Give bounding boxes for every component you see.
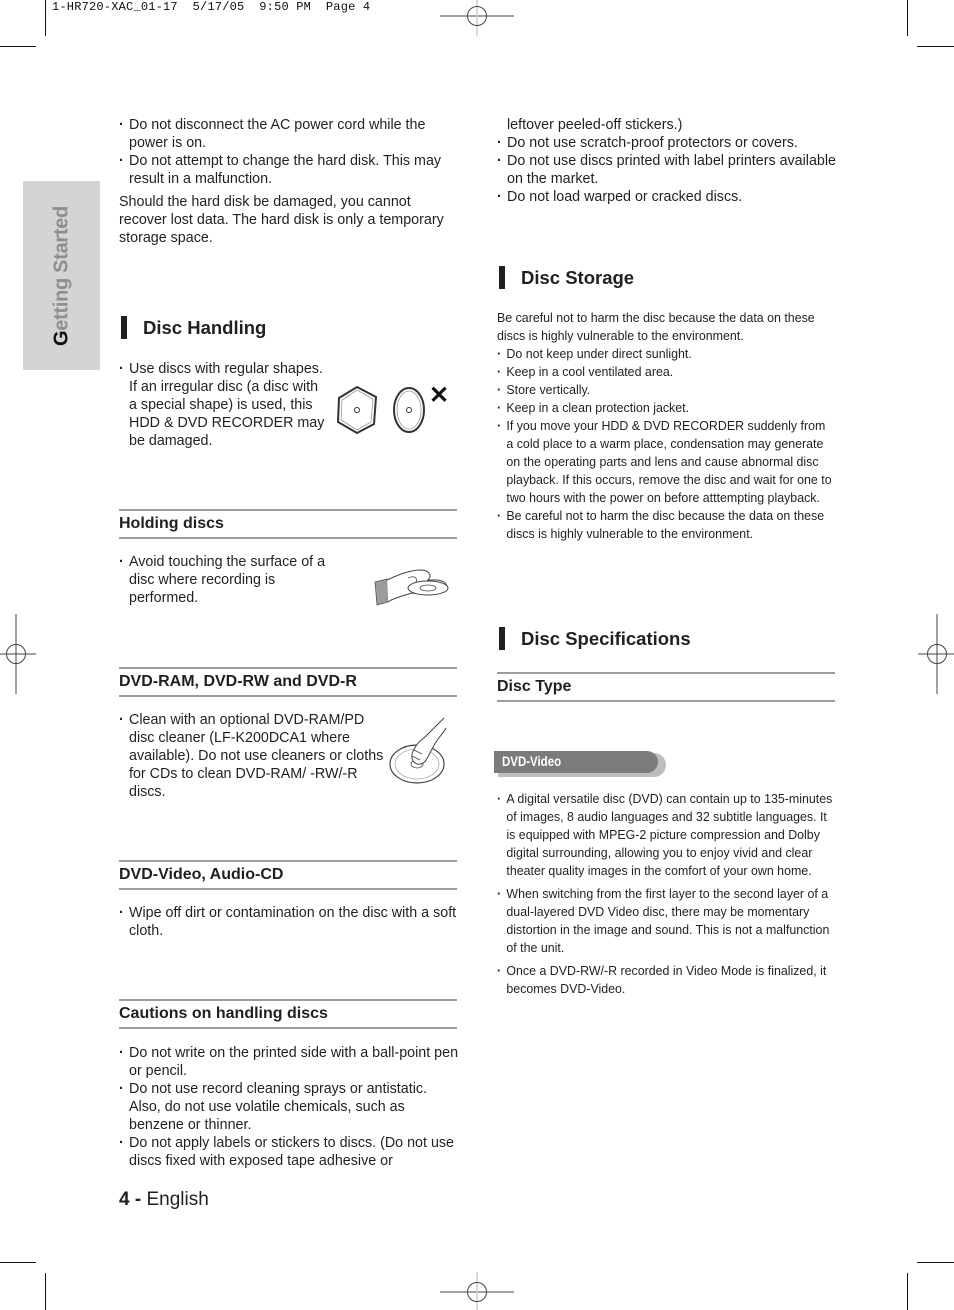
registration-mark-top-icon — [440, 0, 514, 36]
print-job-name: 1-HR720-XAC_01-17 — [52, 0, 178, 14]
page-footer: 4 - English — [119, 1189, 209, 1211]
list-item: Wipe off dirt or contamination on the di… — [119, 904, 459, 940]
crop-mark-bottom-left-v — [45, 1273, 46, 1310]
crop-mark-top-left-v — [45, 0, 46, 36]
list-item: Once a DVD-RW/-R recorded in Video Mode … — [497, 962, 837, 998]
print-page-label: Page 4 — [325, 0, 371, 14]
dvd-video-section: A digital versatile disc (DVD) can conta… — [497, 790, 837, 998]
side-tab-rest: etting Started — [50, 205, 72, 331]
list-item: If you move your HDD & DVD RECORDER sudd… — [497, 417, 835, 507]
crop-mark-bottom-left-h — [0, 1262, 36, 1263]
list-item: Keep in a clean protection jacket. — [497, 399, 835, 417]
dvd-video-audio-cd-heading: DVD-Video, Audio-CD — [119, 860, 457, 890]
heading-bar — [499, 627, 505, 650]
crop-mark-top-right-v — [907, 0, 908, 36]
page-number: 4 - — [119, 1189, 142, 1210]
side-tab-label: Getting Started — [50, 206, 73, 346]
hand-holding-disc-illustration — [374, 569, 449, 606]
intro-bullets: Do not disconnect the AC power cord whil… — [119, 116, 459, 188]
crop-mark-top-right-h — [917, 46, 954, 47]
holding-discs-bullets: Avoid touching the surface of a disc whe… — [119, 553, 344, 607]
disc-specifications-heading: Disc Specifications — [521, 628, 691, 649]
oval-disc-icon — [393, 387, 425, 433]
disc-handling-bullets: Use discs with regular shapes. If an irr… — [119, 360, 329, 450]
crop-mark-bottom-right-h — [917, 1262, 954, 1263]
hexagon-disc-icon — [336, 385, 378, 435]
dvd-video-bullets: A digital versatile disc (DVD) can conta… — [497, 790, 837, 998]
heading-bar — [121, 316, 127, 339]
disc-storage-section: Be careful not to harm the disc because … — [497, 309, 835, 543]
list-item: Keep in a cool ventilated area. — [497, 363, 835, 381]
intro-paragraph: Should the hard disk be damaged, you can… — [119, 194, 444, 246]
print-date: 5/17/05 — [192, 0, 245, 14]
prohibited-x-icon: ✕ — [429, 382, 449, 409]
disc-type-heading: Disc Type — [497, 672, 835, 702]
list-item: Do not attempt to change the hard disk. … — [119, 152, 459, 188]
list-item: When switching from the first layer to t… — [497, 885, 837, 957]
dvd-ram-bullets: Clean with an optional DVD-RAM/PD disc c… — [119, 711, 384, 801]
list-item: Do not disconnect the AC power cord whil… — [119, 116, 459, 152]
list-item: Do not load warped or cracked discs. — [497, 188, 837, 206]
disc-storage-heading: Disc Storage — [521, 267, 635, 288]
list-item: Do not use record cleaning sprays or ant… — [119, 1080, 459, 1134]
crop-mark-bottom-right-v — [907, 1273, 908, 1310]
irregular-disc-illustration: ✕ — [336, 382, 449, 435]
holding-discs-heading: Holding discs — [119, 509, 457, 539]
list-item: Do not use discs printed with label prin… — [497, 152, 837, 188]
dvd-video-audio-cd-bullets: Wipe off dirt or contamination on the di… — [119, 904, 459, 940]
list-item: Be careful not to harm the disc because … — [497, 507, 835, 543]
list-item: A digital versatile disc (DVD) can conta… — [497, 790, 837, 880]
list-item: Clean with an optional DVD-RAM/PD disc c… — [119, 711, 384, 801]
list-item: Do not use scratch-proof protectors or c… — [497, 134, 837, 152]
registration-mark-left-icon — [0, 614, 36, 694]
footer-language: English — [146, 1189, 209, 1210]
list-item: Do not keep under direct sunlight. — [497, 345, 835, 363]
cautions-heading: Cautions on handling discs — [119, 999, 457, 1029]
dvd-video-badge: DVD-Video — [494, 751, 666, 777]
dvd-ram-heading: DVD-RAM, DVD-RW and DVD-R — [119, 667, 457, 697]
list-item: Avoid touching the surface of a disc whe… — [119, 553, 344, 607]
print-time: 9:50 PM — [259, 0, 312, 14]
disc-cleaning-illustration — [389, 717, 447, 784]
disc-handling-heading: Disc Handling — [143, 317, 267, 338]
list-item: Do not apply labels or stickers to discs… — [119, 1134, 459, 1170]
heading-bar — [499, 266, 505, 289]
badge-label: DVD-Video — [502, 754, 562, 769]
disc-storage-intro: Be careful not to harm the disc because … — [497, 310, 815, 343]
print-slug: 1-HR720-XAC_01-17 5/17/05 9:50 PM Page 4 — [52, 0, 370, 14]
cautions-bullets: Do not write on the printed side with a … — [119, 1044, 459, 1170]
crop-mark-top-left-h — [0, 46, 36, 47]
list-item: Store vertically. — [497, 381, 835, 399]
disc-storage-bullets: Do not keep under direct sunlight. Keep … — [497, 345, 835, 543]
cautions-continuation: leftover peeled-off stickers.) — [507, 117, 683, 133]
side-tab-initial: G — [50, 330, 72, 346]
registration-mark-right-icon — [918, 614, 954, 694]
list-item: Do not write on the printed side with a … — [119, 1044, 459, 1080]
list-item: Use discs with regular shapes. If an irr… — [119, 360, 329, 450]
registration-mark-bottom-icon — [440, 1272, 514, 1310]
section-side-tab: Getting Started — [23, 181, 100, 370]
cautions-continued-bullets: Do not use scratch-proof protectors or c… — [497, 134, 837, 206]
